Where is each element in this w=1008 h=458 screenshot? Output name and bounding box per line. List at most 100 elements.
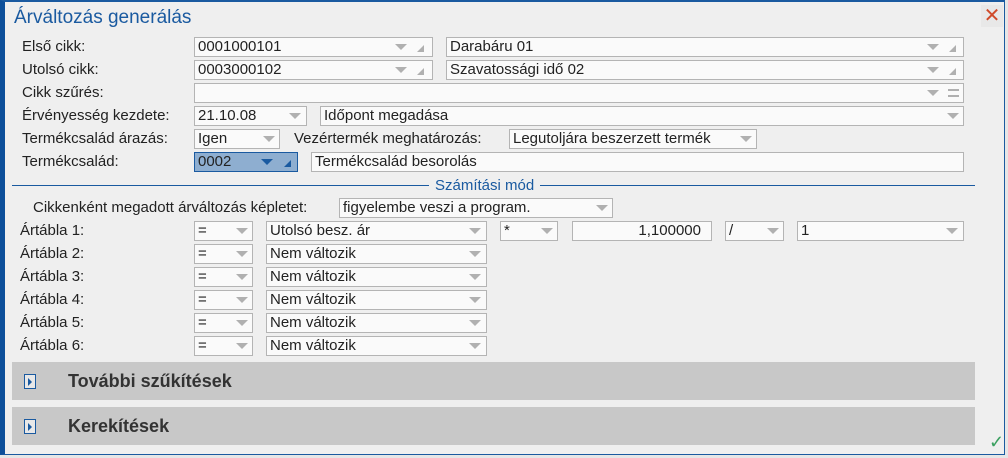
price-table-operator-select[interactable]: = [194, 313, 253, 333]
chevron-down-icon[interactable] [395, 44, 407, 50]
chevron-down-icon[interactable] [541, 228, 553, 234]
leader-product-label: Vezértermék meghatározás: [294, 130, 482, 147]
price-table-value-select[interactable]: Nem változik [266, 267, 487, 287]
value: Darabáru 01 [450, 38, 534, 55]
value: * [504, 222, 510, 239]
chevron-down-icon[interactable] [947, 113, 959, 119]
chevron-down-icon[interactable] [927, 90, 939, 96]
resize-icon [284, 160, 291, 167]
chevron-down-icon[interactable] [946, 228, 958, 234]
last-item-name-field[interactable]: Szavatossági idő 02 [446, 60, 964, 80]
menu-icon[interactable] [948, 89, 959, 97]
chevron-down-icon[interactable] [469, 343, 481, 349]
validity-date-field[interactable]: 21.10.08 [194, 106, 307, 126]
last-item-code-field[interactable]: 0003000102 [194, 60, 433, 80]
price-table-value-select[interactable]: Nem változik [266, 244, 487, 264]
value: Nem változik [270, 245, 356, 262]
product-family-label: Termékcsalád: [22, 153, 119, 170]
chevron-down-icon[interactable] [236, 297, 248, 303]
expand-icon[interactable] [24, 419, 36, 434]
divide-operator-select[interactable]: / [725, 221, 784, 241]
chevron-down-icon[interactable] [261, 159, 273, 165]
chevron-down-icon[interactable] [469, 320, 481, 326]
item-filter-label: Cikk szűrés: [22, 84, 104, 101]
value: Utolsó besz. ár [270, 222, 371, 239]
price-table-label: Ártábla 2: [20, 245, 85, 262]
price-table-label: Ártábla 4: [20, 291, 85, 308]
chevron-down-icon[interactable] [289, 113, 301, 119]
value: Időpont megadása [324, 107, 449, 124]
price-table-operator-select[interactable]: = [194, 244, 253, 264]
chevron-down-icon[interactable] [469, 228, 481, 234]
expand-icon[interactable] [24, 374, 36, 389]
price-table-operator-select[interactable]: = [194, 267, 253, 287]
value: Nem változik [270, 291, 356, 308]
product-family-code-field[interactable]: 0002 [194, 152, 298, 172]
price-table-label: Ártábla 1: [20, 222, 85, 239]
chevron-down-icon[interactable] [469, 297, 481, 303]
first-item-label: Első cikk: [22, 38, 86, 55]
chevron-down-icon[interactable] [236, 320, 248, 326]
value: / [729, 222, 734, 239]
chevron-down-icon[interactable] [236, 274, 248, 280]
price-table-label: Ártábla 3: [20, 268, 85, 285]
value: 0003000102 [198, 61, 282, 78]
last-item-label: Utolsó cikk: [22, 61, 99, 78]
chevron-down-icon[interactable] [927, 67, 939, 73]
value: = [198, 245, 207, 262]
value: 21.10.08 [198, 107, 257, 124]
value: = [198, 337, 207, 354]
chevron-down-icon[interactable] [395, 67, 407, 73]
dialog-title: Árváltozás generálás [14, 7, 192, 28]
panel-rounding[interactable]: Kerekítések [12, 407, 975, 445]
factor-input[interactable]: 1,100000 [572, 221, 712, 241]
chevron-down-icon[interactable] [236, 343, 248, 349]
price-table-value-select[interactable]: Utolsó besz. ár [266, 221, 487, 241]
panel-title: További szűkítések [68, 371, 232, 391]
chevron-down-icon[interactable] [927, 44, 939, 50]
price-table-operator-select[interactable]: = [194, 290, 253, 310]
value: 1 [801, 222, 810, 239]
price-table-label: Ártábla 6: [20, 337, 85, 354]
value: = [198, 222, 207, 239]
close-button[interactable]: ✕ [981, 5, 1003, 27]
value: = [198, 314, 207, 331]
formula-label: Cikkenként megadott árváltozás képletet: [33, 199, 308, 216]
value: figyelembe veszi a program. [343, 199, 531, 216]
value: 0002 [198, 153, 232, 170]
first-item-code-field[interactable]: 0001000101 [194, 37, 433, 57]
family-pricing-select[interactable]: Igen [194, 129, 280, 149]
resize-icon [417, 45, 424, 52]
chevron-down-icon[interactable] [596, 205, 608, 211]
value: = [198, 268, 207, 285]
chevron-down-icon[interactable] [740, 136, 752, 142]
validity-start-label: Érvényesség kezdete: [22, 107, 170, 124]
close-icon: ✕ [983, 5, 1001, 27]
panel-further-filters[interactable]: További szűkítések [12, 362, 975, 400]
chevron-down-icon[interactable] [469, 251, 481, 257]
resize-icon [417, 68, 424, 75]
price-table-operator-select[interactable]: = [194, 336, 253, 356]
formula-select[interactable]: figyelembe veszi a program. [339, 198, 613, 218]
resize-icon [949, 45, 956, 52]
value: Termékcsalád besorolás [315, 153, 477, 170]
value: Nem változik [270, 337, 356, 354]
price-table-operator-select[interactable]: = [194, 221, 253, 241]
validity-mode-select[interactable]: Időpont megadása [320, 106, 964, 126]
price-table-value-select[interactable]: Nem változik [266, 290, 487, 310]
item-filter-field[interactable] [194, 83, 964, 103]
multiply-operator-select[interactable]: * [500, 221, 558, 241]
price-table-value-select[interactable]: Nem változik [266, 336, 487, 356]
divisor-select[interactable]: 1 [797, 221, 964, 241]
dialog-window: Árváltozás generálás ✕ Első cikk: 000100… [0, 0, 1005, 455]
chevron-down-icon[interactable] [263, 136, 275, 142]
ok-button[interactable]: ✓ [989, 432, 1004, 453]
leader-product-select[interactable]: Legutoljára beszerzett termék [509, 129, 757, 149]
first-item-name-field[interactable]: Darabáru 01 [446, 37, 964, 57]
price-table-value-select[interactable]: Nem változik [266, 313, 487, 333]
chevron-down-icon[interactable] [469, 274, 481, 280]
chevron-down-icon[interactable] [236, 251, 248, 257]
product-family-name-field[interactable]: Termékcsalád besorolás [311, 152, 964, 172]
chevron-down-icon[interactable] [236, 228, 248, 234]
chevron-down-icon[interactable] [767, 228, 779, 234]
